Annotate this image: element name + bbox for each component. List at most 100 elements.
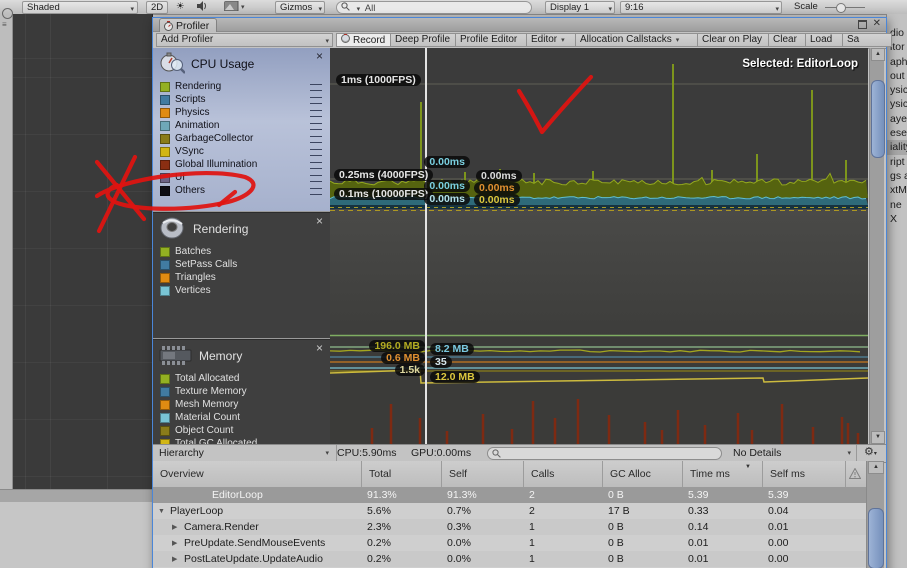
legend-item[interactable]: GarbageCollector — [153, 132, 330, 145]
legend-item[interactable]: UI — [153, 171, 330, 184]
settings-item[interactable]: X — [887, 212, 907, 226]
profiler-titlebar[interactable]: Profiler ✕ — [153, 18, 886, 32]
legend-item[interactable]: VSync — [153, 145, 330, 158]
settings-item[interactable]: iality — [887, 140, 907, 155]
cpu-chart[interactable]: Selected: EditorLoop 1ms (1000FPS) 0.25m… — [330, 48, 868, 209]
editor-dropdown[interactable]: Editor ▾ — [526, 33, 576, 47]
memory-chart[interactable]: 196.0 MB 0.6 MB 1.5k 8.2 MB 35 12.0 MB — [330, 337, 868, 444]
gear-icon[interactable]: ⚙▾ — [856, 445, 884, 461]
menu-icon[interactable]: ≡ — [2, 20, 7, 29]
legend-item[interactable]: Physics — [153, 106, 330, 119]
settings-item[interactable]: out — [887, 69, 907, 83]
legend-item[interactable]: Total Allocated — [153, 372, 330, 385]
details-mode-dropdown[interactable]: No Details ▾ — [727, 445, 858, 461]
drag-handle-icon[interactable] — [310, 84, 322, 91]
record-button[interactable]: Record — [336, 33, 391, 47]
lighting-icon[interactable]: ☀ — [172, 1, 189, 12]
settings-item[interactable]: eset — [887, 126, 907, 140]
drag-handle-icon[interactable] — [310, 149, 322, 156]
shaded-dropdown[interactable]: Shaded ▾ — [22, 1, 138, 14]
column-self-ms[interactable]: Self ms — [762, 461, 846, 487]
scene-search-input[interactable]: ▾ All — [336, 1, 532, 14]
column-gc-alloc[interactable]: GC Alloc — [602, 461, 683, 487]
close-window-icon[interactable]: ✕ — [873, 19, 881, 29]
display-dropdown[interactable]: Display 1 ▾ — [545, 1, 615, 14]
2d-toggle[interactable]: 2D — [146, 1, 168, 14]
cell-time: 0.14 — [688, 521, 709, 533]
drag-handle-icon[interactable] — [310, 123, 322, 130]
scroll-up-icon[interactable]: ▲ — [868, 461, 884, 474]
drag-handle-icon[interactable] — [310, 110, 322, 117]
table-row[interactable]: ▼ PlayerLoop 5.6% 0.7% 2 17 B 0.33 0.04 — [153, 503, 866, 519]
clear-on-play-button[interactable]: Clear on Play — [697, 33, 769, 47]
foldout-arrow-icon[interactable]: ▶ — [172, 552, 177, 568]
restore-window-icon[interactable] — [857, 19, 867, 29]
profile-editor-button[interactable]: Profile Editor — [455, 33, 527, 47]
effects-icon[interactable]: ▾ — [224, 1, 246, 12]
legend-item[interactable]: Object Count — [153, 424, 330, 437]
legend-item[interactable]: Rendering — [153, 80, 330, 93]
aspect-dropdown[interactable]: 9:16 ▾ — [620, 1, 782, 14]
legend-item[interactable]: Scripts — [153, 93, 330, 106]
clear-button[interactable]: Clear — [768, 33, 806, 47]
save-button[interactable]: Sa — [842, 33, 892, 47]
column-total[interactable]: Total — [361, 461, 442, 487]
charts-scrollbar[interactable]: ▲ ▼ — [869, 48, 885, 444]
table-row[interactable]: ▶ Camera.Render 2.3% 0.3% 1 0 B 0.14 0.01 — [153, 519, 866, 535]
display-label: Display 1 — [550, 2, 590, 13]
audio-icon[interactable] — [196, 1, 208, 12]
legend-item[interactable]: Material Count — [153, 411, 330, 424]
legend-item[interactable]: Mesh Memory — [153, 398, 330, 411]
load-button[interactable]: Load — [805, 33, 843, 47]
legend-item[interactable]: SetPass Calls — [153, 258, 330, 271]
drag-handle-icon[interactable] — [310, 136, 322, 143]
drag-handle-icon[interactable] — [310, 97, 322, 104]
foldout-arrow-icon[interactable]: ▶ — [172, 536, 177, 552]
deep-profile-button[interactable]: Deep Profile — [390, 33, 456, 47]
foldout-arrow-icon[interactable]: ▼ — [158, 504, 165, 520]
table-row[interactable]: ▶ PostLateUpdate.UpdateAudio 0.2% 0.0% 1 0 B 0… — [153, 551, 866, 567]
legend-item[interactable]: Vertices — [153, 284, 330, 297]
column-calls[interactable]: Calls — [523, 461, 603, 487]
scrollbar-thumb[interactable] — [868, 508, 884, 568]
legend-item[interactable]: Batches — [153, 245, 330, 258]
scale-slider-knob[interactable] — [836, 3, 846, 13]
legend-item[interactable]: Global Illumination — [153, 158, 330, 171]
settings-item[interactable]: ayer — [887, 112, 907, 126]
legend-item[interactable]: Triangles — [153, 271, 330, 284]
tab-profiler[interactable]: Profiler — [159, 18, 218, 32]
column-self[interactable]: Self — [441, 461, 524, 487]
gizmos-dropdown[interactable]: Gizmos ▾ — [275, 1, 325, 14]
close-icon[interactable]: × — [316, 215, 323, 227]
legend-item[interactable]: Animation — [153, 119, 330, 132]
hierarchy-dropdown[interactable]: Hierarchy ▾ — [153, 445, 337, 461]
drag-handle-icon[interactable] — [310, 175, 322, 182]
table-scrollbar[interactable]: ▲ — [866, 461, 884, 568]
scene-view[interactable] — [13, 14, 153, 489]
drag-handle-icon[interactable] — [310, 162, 322, 169]
settings-item[interactable]: ysic — [887, 97, 907, 111]
add-profiler-dropdown[interactable]: Add Profiler ▾ — [156, 33, 333, 47]
settings-item[interactable]: xtMe — [887, 183, 907, 197]
scroll-down-icon[interactable]: ▼ — [871, 431, 885, 444]
table-row[interactable]: EditorLoop 91.3% 91.3% 2 0 B 5.39 5.39 — [153, 487, 866, 503]
settings-item[interactable]: gs a — [887, 169, 907, 183]
profiler-search-input[interactable] — [487, 447, 722, 460]
settings-item[interactable]: ysic — [887, 83, 907, 97]
scrollbar-thumb[interactable] — [871, 80, 885, 158]
close-icon[interactable]: × — [316, 50, 323, 62]
foldout-arrow-icon[interactable]: ▶ — [172, 520, 177, 536]
column-overview[interactable]: Overview — [153, 461, 361, 487]
table-row[interactable]: ▶ PreUpdate.SendMouseEvents 0.2% 0.0% 1 0 B 0.… — [153, 535, 866, 551]
drag-handle-icon[interactable] — [310, 188, 322, 195]
close-icon[interactable]: × — [316, 342, 323, 354]
legend-item[interactable]: Others — [153, 184, 330, 197]
scroll-up-icon[interactable]: ▲ — [871, 48, 885, 61]
settings-item[interactable]: ne — [887, 198, 907, 212]
legend-item[interactable]: Texture Memory — [153, 385, 330, 398]
settings-item[interactable]: aphi — [887, 55, 907, 69]
rendering-chart[interactable] — [330, 209, 868, 337]
settings-item[interactable]: ript — [887, 155, 907, 169]
tool-icon[interactable] — [2, 8, 13, 19]
allocation-callstacks-dropdown[interactable]: Allocation Callstacks ▾ — [575, 33, 698, 47]
